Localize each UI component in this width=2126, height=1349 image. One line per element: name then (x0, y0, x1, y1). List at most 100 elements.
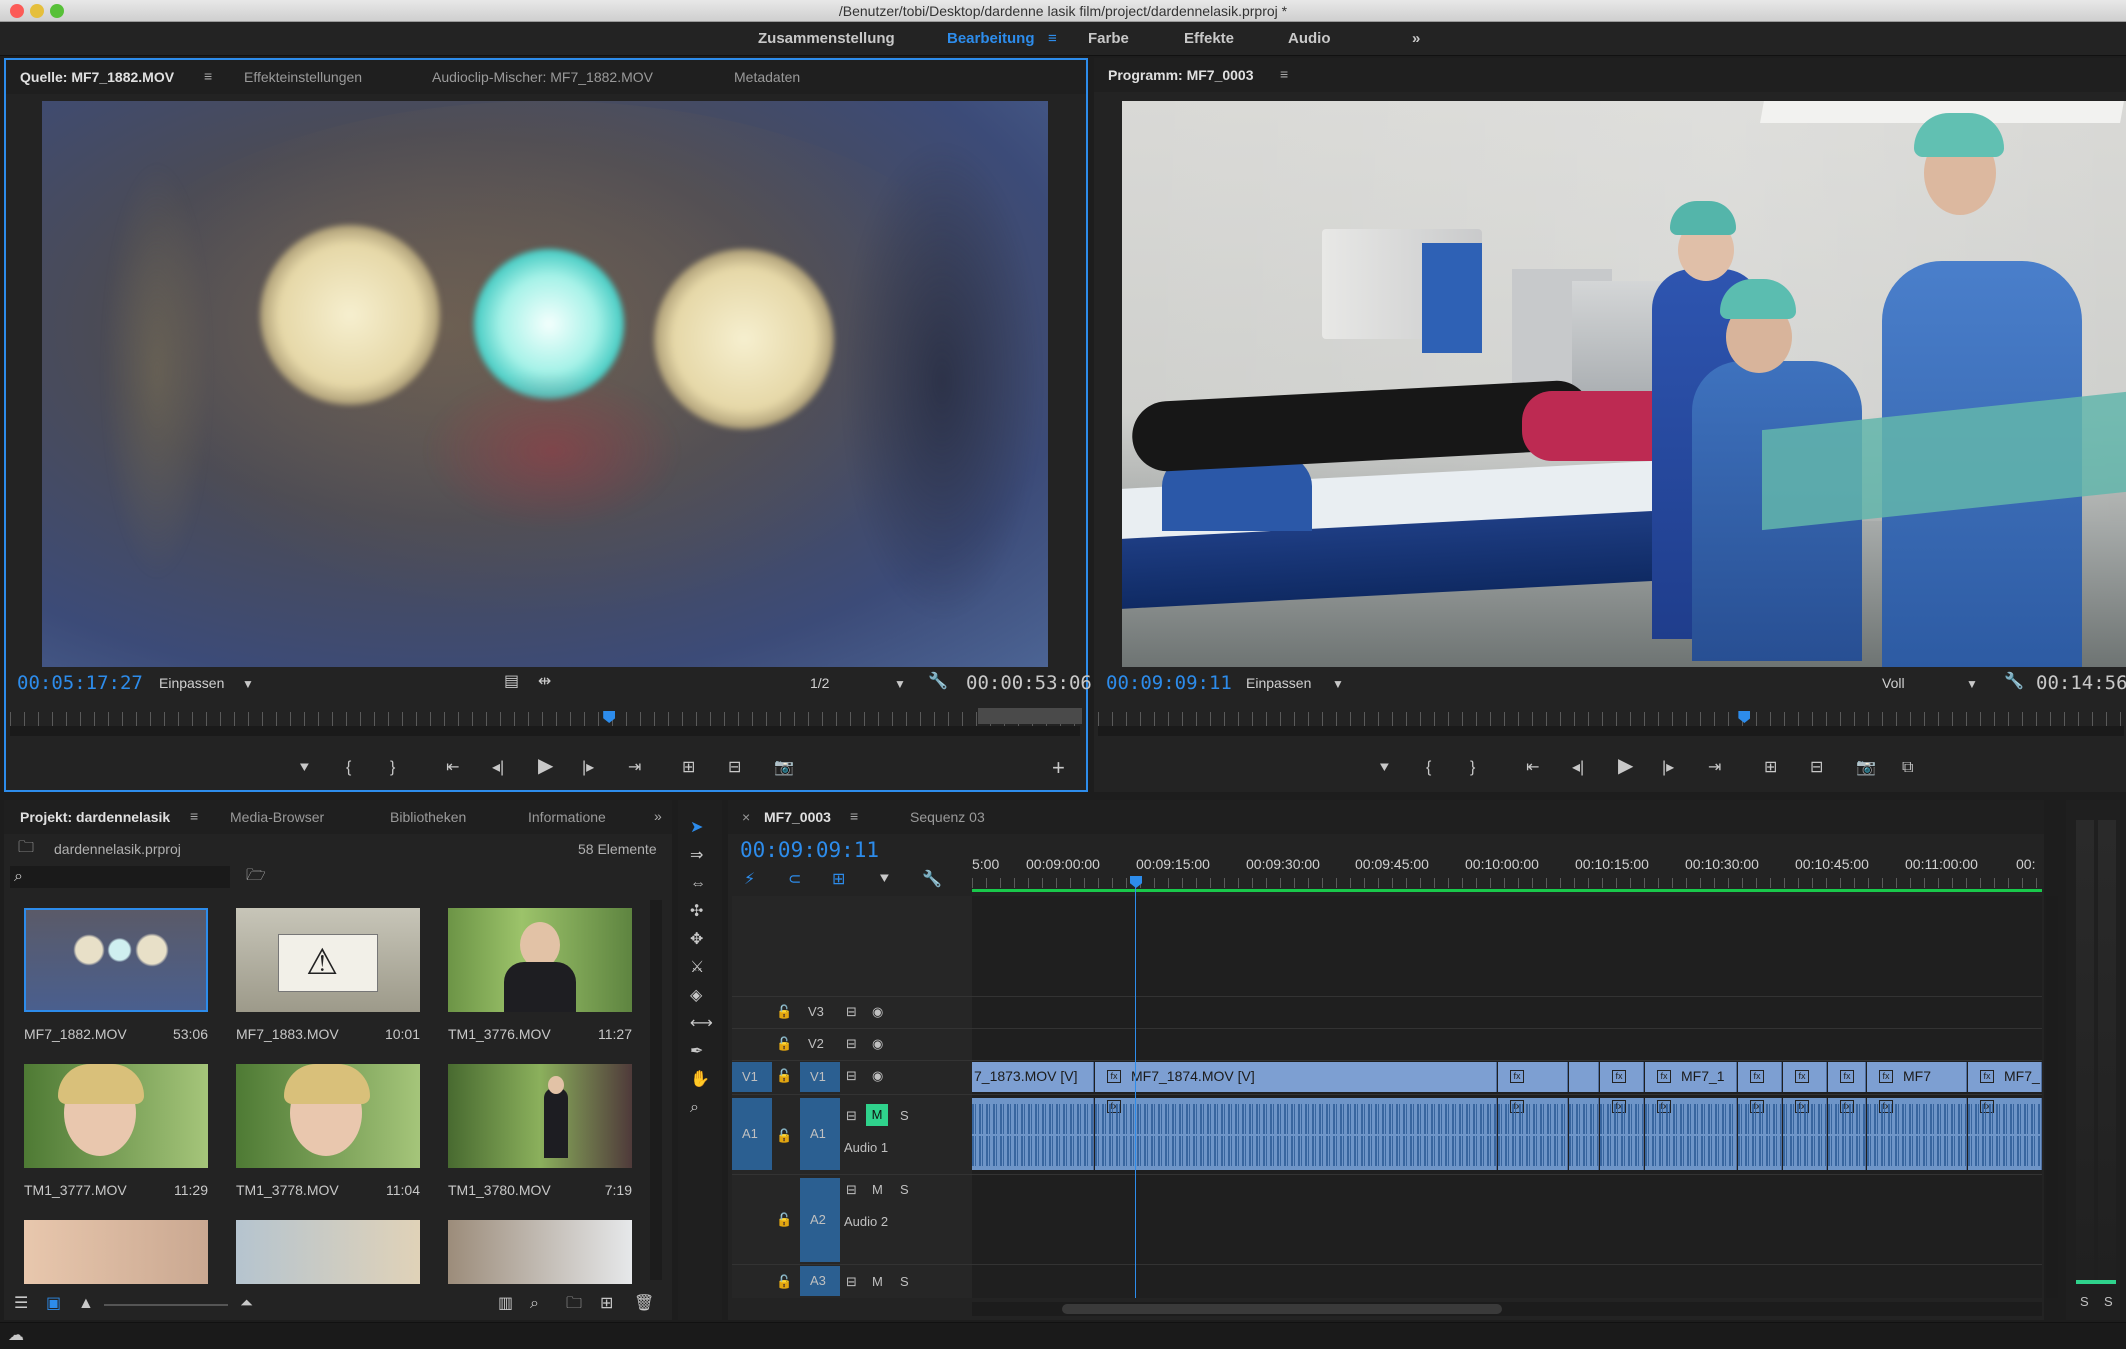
program-resolution-chevron-icon[interactable]: ▼ (1966, 676, 1978, 692)
new-bin-icon[interactable]: 🗀 (566, 1296, 582, 1312)
overwrite-icon[interactable]: ⊟ (728, 760, 741, 776)
thumb-mf7-1882[interactable] (24, 908, 208, 1012)
source-export-frame-icon[interactable]: ▤ (504, 674, 519, 690)
source-zoom-bar[interactable] (10, 726, 1080, 736)
a2-lock-icon[interactable]: 🔓 (776, 1212, 792, 1228)
video-clip[interactable]: fx (1783, 1062, 1827, 1092)
play-icon[interactable]: ▶ (538, 756, 553, 776)
video-clip[interactable]: fx (1828, 1062, 1866, 1092)
icon-view-icon[interactable]: ▣ (46, 1296, 61, 1312)
program-video-frame[interactable] (1122, 101, 2126, 667)
go-to-in-icon[interactable]: ⇤ (446, 760, 459, 776)
v1-lock-icon[interactable]: 🔓 (776, 1068, 792, 1084)
sort-icon[interactable]: ⏶ (240, 1296, 253, 1312)
v1-eye-icon[interactable]: ◉ (872, 1068, 883, 1084)
pen-tool-icon[interactable]: ✒ (690, 1044, 703, 1060)
thumb-row3-2[interactable] (236, 1220, 420, 1284)
program-timecode[interactable]: 00:09:09:11 (1106, 672, 1232, 694)
hand-tool-icon[interactable]: ✋ (690, 1072, 710, 1088)
audio-clip[interactable]: fx (1968, 1098, 2042, 1170)
mark-in-icon[interactable]: { (346, 760, 351, 776)
v3-sync-icon[interactable]: ⊟ (846, 1004, 857, 1020)
project-more-icon[interactable]: » (654, 808, 662, 824)
a1-target[interactable]: A1 (800, 1098, 840, 1170)
a2-solo-button[interactable]: S (900, 1182, 909, 1197)
slip-tool-icon[interactable]: ◈ (690, 988, 702, 1004)
list-view-icon[interactable]: ☰ (14, 1296, 28, 1312)
workspace-zusammenstellung[interactable]: Zusammenstellung (758, 30, 895, 47)
a1-track-name[interactable]: Audio 1 (844, 1140, 888, 1155)
rolling-edit-tool-icon[interactable]: ✣ (690, 904, 703, 920)
tab-project[interactable]: Projekt: dardennelasik (20, 809, 170, 825)
lift-icon[interactable]: ⊞ (1764, 760, 1777, 776)
video-clip[interactable]: fx (1600, 1062, 1644, 1092)
source-resolution-chevron-icon[interactable]: ▼ (894, 676, 906, 692)
program-fit-chevron-icon[interactable]: ▼ (1332, 676, 1344, 692)
track-area[interactable] (972, 896, 2042, 1298)
linked-selection-icon[interactable]: ⊂ (788, 872, 801, 888)
thumb-row3-1[interactable] (24, 1220, 208, 1284)
source-drag-audio-icon[interactable]: ⇹ (538, 674, 551, 690)
tab-program[interactable]: Programm: MF7_0003 (1108, 67, 1254, 83)
step-forward-icon[interactable]: |▸ (582, 760, 594, 776)
zoom-tool-icon[interactable]: ⌕ (690, 1100, 699, 1116)
tab-metadata[interactable]: Metadaten (734, 69, 800, 85)
program-step-back-icon[interactable]: ◂| (1572, 760, 1584, 776)
tab-audio-clip-mixer[interactable]: Audioclip-Mischer: MF7_1882.MOV (432, 69, 653, 85)
thumb-mf7-1883[interactable]: ⚠ (236, 908, 420, 1012)
a1-source-patch[interactable]: A1 (732, 1098, 772, 1170)
audio-clip[interactable]: fx (1645, 1098, 1737, 1170)
audio-clip[interactable]: fx (1738, 1098, 1782, 1170)
a3-lock-icon[interactable]: 🔓 (776, 1274, 792, 1290)
timeline-panel-menu-icon[interactable]: ≡ (850, 808, 858, 824)
a1-sync-icon[interactable]: ⊟ (846, 1108, 857, 1124)
source-time-ruler[interactable] (10, 712, 1080, 726)
video-clip[interactable] (1569, 1062, 1599, 1092)
timeline-horizontal-scrollbar[interactable] (972, 1302, 2042, 1316)
selection-tool-icon[interactable]: ➤ (690, 820, 703, 836)
rate-stretch-tool-icon[interactable]: ✥ (690, 932, 703, 948)
compare-view-icon[interactable]: ⧉ (1902, 760, 1913, 776)
program-time-ruler[interactable] (1098, 712, 2124, 726)
a2-sync-icon[interactable]: ⊟ (846, 1182, 857, 1198)
program-fit-select[interactable]: Einpassen (1246, 675, 1311, 691)
program-camera-icon[interactable]: 📷 (1856, 760, 1876, 776)
v2-label[interactable]: V2 (808, 1036, 824, 1051)
video-clip-1874[interactable]: fx MF7_1874.MOV [V] (1095, 1062, 1497, 1092)
source-settings-wrench-icon[interactable]: 🔧 (928, 674, 948, 690)
video-clip[interactable]: fx MF7_1 (1645, 1062, 1737, 1092)
automate-icon[interactable]: ▥ (498, 1296, 513, 1312)
v1-source-patch[interactable]: V1 (732, 1062, 772, 1092)
source-fit-select[interactable]: Einpassen (159, 675, 224, 691)
timeline-vertical-scrollbar[interactable] (2046, 896, 2058, 1298)
workspace-bearbeitung[interactable]: Bearbeitung (947, 30, 1035, 47)
audio-clip[interactable]: fx (1867, 1098, 1967, 1170)
workspace-effekte[interactable]: Effekte (1184, 30, 1234, 47)
step-back-icon[interactable]: ◂| (492, 760, 504, 776)
timeline-scroll-thumb[interactable] (1062, 1304, 1502, 1314)
thumb-tm1-3780[interactable] (448, 1064, 632, 1168)
v2-eye-icon[interactable]: ◉ (872, 1036, 883, 1052)
find-icon[interactable]: ⌕ (530, 1296, 539, 1312)
meter-solo-left[interactable]: S (2080, 1294, 2089, 1309)
program-play-icon[interactable]: ▶ (1618, 756, 1633, 776)
a3-sync-icon[interactable]: ⊟ (846, 1274, 857, 1290)
program-go-to-out-icon[interactable]: ⇥ (1708, 760, 1721, 776)
a1-mute-button[interactable]: M (866, 1104, 888, 1126)
tab-info[interactable]: Informatione (528, 809, 606, 825)
meter-solo-right[interactable]: S (2104, 1294, 2113, 1309)
v3-lock-icon[interactable]: 🔓 (776, 1004, 792, 1020)
audio-clip[interactable] (1569, 1098, 1599, 1170)
a3-target[interactable]: A3 (800, 1266, 840, 1296)
source-timecode[interactable]: 00:05:17:27 (17, 672, 143, 694)
track-select-tool-icon[interactable]: ⇒ (690, 848, 703, 864)
source-resolution-select[interactable]: 1/2 (810, 675, 829, 691)
a2-target[interactable]: A2 (800, 1178, 840, 1262)
audio-clip[interactable]: fx (1600, 1098, 1644, 1170)
zoom-slider-small-icon[interactable]: ▲ (78, 1296, 94, 1312)
thumb-row3-3[interactable] (448, 1220, 632, 1284)
workspace-audio[interactable]: Audio (1288, 30, 1331, 47)
timeline-close-icon[interactable]: × (742, 809, 750, 825)
video-clip[interactable]: fx (1738, 1062, 1782, 1092)
video-clip[interactable]: fx MF7 (1867, 1062, 1967, 1092)
